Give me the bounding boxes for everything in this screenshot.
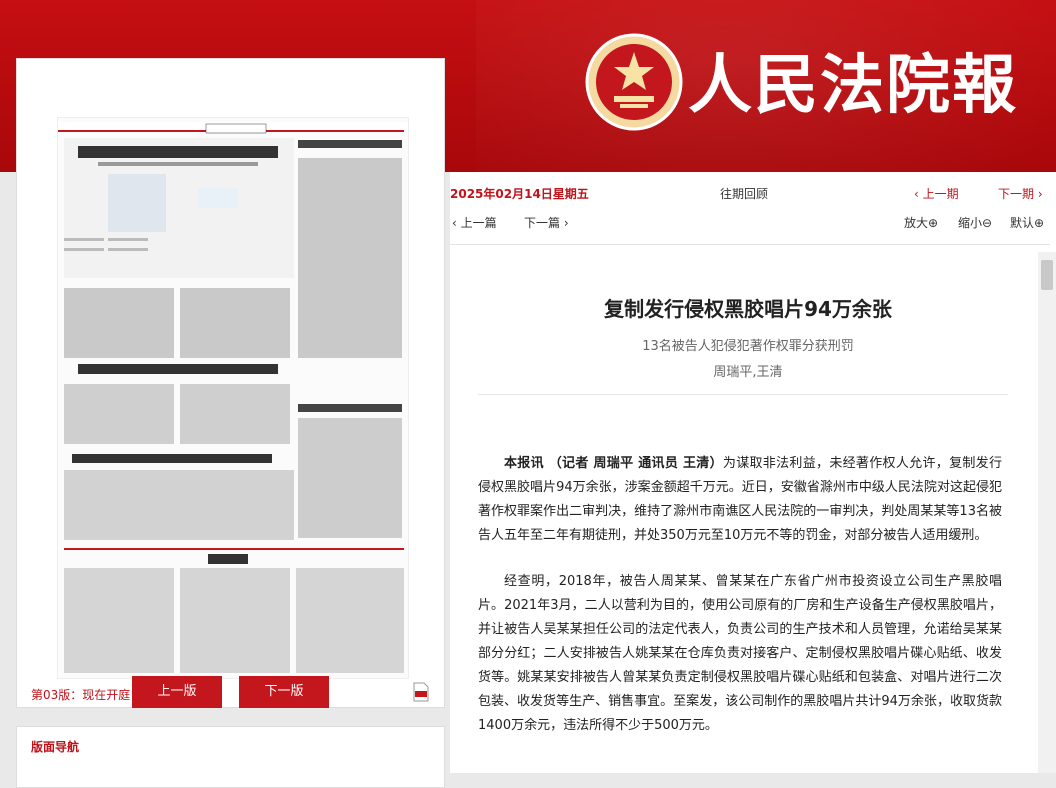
- page-preview-panel: 第03版：现在开庭 上一版 下一版: [16, 58, 445, 708]
- zoom-out-button[interactable]: 缩小⊖: [958, 214, 992, 231]
- masthead-logo[interactable]: 人民法院報: [584, 32, 1016, 142]
- article-authors: 周瑞平,王清: [713, 365, 783, 380]
- article-body: 本报讯 （记者 周瑞平 通讯员 王清）为谋取非法利益，未经著作权人允许，复制发行…: [478, 452, 1002, 760]
- zoom-in-button[interactable]: 放大⊕: [904, 214, 938, 231]
- next-article-link[interactable]: 下一篇 ›: [524, 214, 569, 231]
- prev-issue-link[interactable]: ‹ 上一期: [914, 185, 959, 202]
- article-title: 复制发行侵权黑胶唱片94万余张: [604, 297, 892, 321]
- past-issues-link[interactable]: 往期回顾: [720, 185, 768, 202]
- article-scrollbar[interactable]: [1038, 252, 1056, 773]
- article-lead: 本报讯 （记者 周瑞平 通讯员 王清）: [504, 456, 723, 471]
- newspaper-page-thumbnail[interactable]: [57, 117, 409, 679]
- court-emblem-icon: [585, 33, 683, 131]
- brand-name: 人民法院報: [688, 48, 1018, 123]
- pdf-download-icon[interactable]: [413, 682, 429, 702]
- article-toolbar: ‹ 上一篇 下一篇 › 放大⊕ 缩小⊖ 默认⊕: [450, 214, 1050, 234]
- page-navigation-title: 版面导航: [31, 740, 80, 754]
- page-controls: 第03版：现在开庭 上一版 下一版: [17, 676, 444, 710]
- article-paragraph: 本报讯 （记者 周瑞平 通讯员 王清）为谋取非法利益，未经著作权人允许，复制发行…: [478, 452, 1002, 548]
- page-navigation-panel: 版面导航: [16, 726, 445, 788]
- article-panel: 2025年02月14日星期五 往期回顾 ‹ 上一期 下一期 › ‹ 上一篇 下一…: [450, 172, 1056, 773]
- next-page-button[interactable]: 下一版: [239, 676, 329, 708]
- toolbar-divider: [450, 244, 1050, 245]
- default-size-button[interactable]: 默认⊕: [1010, 214, 1044, 231]
- article-paragraph-2: 经查明，2018年，被告人周某某、曾某某在广东省广州市投资设立公司生产黑胶唱片。…: [478, 574, 1002, 733]
- next-issue-link[interactable]: 下一期 ›: [998, 185, 1043, 202]
- prev-article-link[interactable]: ‹ 上一篇: [452, 214, 497, 231]
- current-page-label: 第03版：现在开庭: [31, 688, 131, 702]
- prev-page-button[interactable]: 上一版: [132, 676, 222, 708]
- title-divider: [478, 394, 1008, 395]
- article-subtitle: 13名被告人犯侵犯著作权罪分获刑罚: [642, 339, 854, 354]
- scrollbar-thumb[interactable]: [1041, 260, 1053, 290]
- issue-date: 2025年02月14日星期五: [450, 187, 589, 201]
